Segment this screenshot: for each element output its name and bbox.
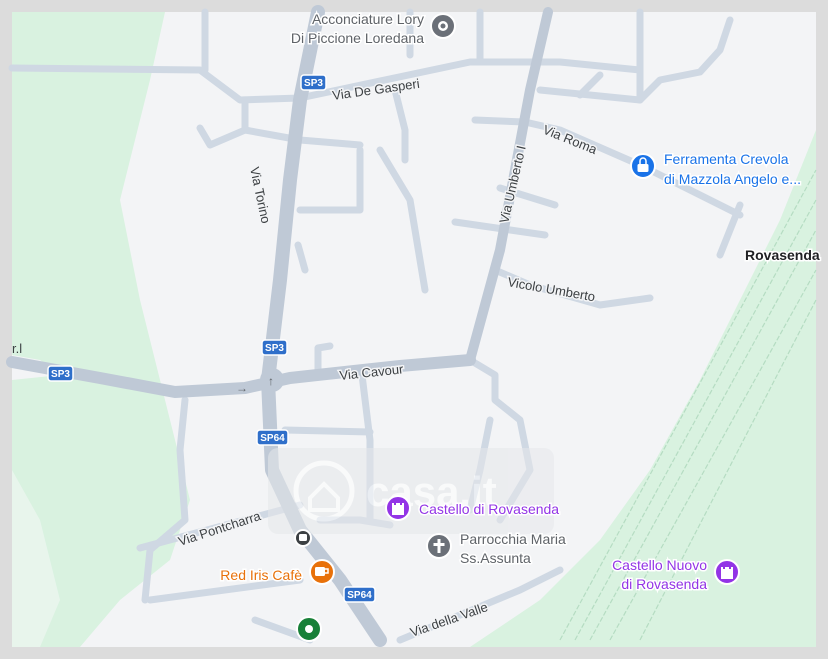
castle-icon[interactable] (385, 495, 411, 521)
svg-text:SP3: SP3 (304, 78, 323, 89)
location-dot-icon[interactable] (430, 13, 456, 39)
poi-ferramenta-line1: Ferramenta Crevola (664, 151, 789, 167)
poi-red-iris-label: Red Iris Cafè (220, 567, 302, 583)
poi-acconciature-line1: Acconciature Lory (312, 11, 424, 27)
place-label-cut: r.l (12, 341, 22, 356)
map-canvas[interactable]: → ↑ Via De Gasperi Via Torino Via Roma V… (0, 0, 828, 659)
road-shield-sp3-middle: SP3 (261, 339, 288, 356)
castle-icon[interactable] (714, 559, 740, 585)
poi-ferramenta-line2: di Mazzola Angelo e... (664, 171, 801, 187)
casa-it-watermark: casa.it (268, 448, 554, 534)
poi-acconciature-line2: Di Piccione Loredana (291, 30, 424, 46)
road-shield-sp64-bottom: SP64 (343, 586, 376, 603)
place-label-rovasenda: Rovasenda (745, 247, 820, 263)
poi-castello-label: Castello di Rovasenda (419, 501, 559, 517)
poi-castello-nuovo-line1: Castello Nuovo (612, 557, 707, 573)
svg-text:SP64: SP64 (347, 590, 372, 601)
svg-text:SP64: SP64 (260, 433, 285, 444)
shopping-bag-icon[interactable] (630, 153, 656, 179)
direction-arrow-right-icon: → (236, 381, 248, 395)
green-place-icon[interactable] (296, 616, 322, 642)
road-shield-sp64-middle: SP64 (256, 429, 289, 446)
road-shield-sp3-left: SP3 (47, 365, 74, 382)
poi-parrocchia-line2: Ss.Assunta (460, 550, 531, 566)
direction-arrow-up-icon: ↑ (268, 374, 274, 388)
coffee-cup-icon[interactable] (309, 559, 335, 585)
church-cross-icon[interactable] (426, 533, 452, 559)
bus-stop-icon[interactable] (294, 529, 312, 547)
svg-text:SP3: SP3 (51, 369, 70, 380)
poi-castello-nuovo-line2: di Rovasenda (621, 576, 707, 592)
road-shield-sp3-top: SP3 (300, 74, 327, 91)
svg-text:SP3: SP3 (265, 343, 284, 354)
poi-parrocchia-line1: Parrocchia Maria (460, 531, 566, 547)
